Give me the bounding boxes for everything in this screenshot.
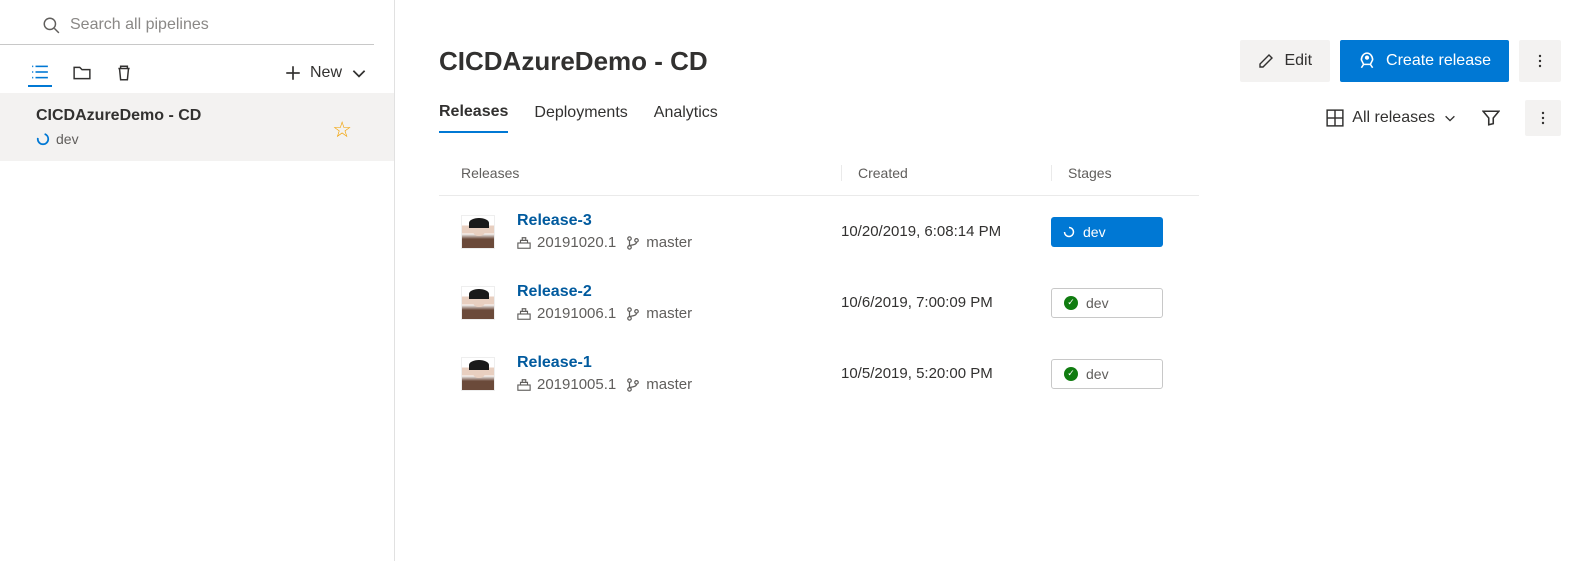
avatar [461,357,495,391]
table-row[interactable]: Release-1 20191005.1 master 10/5/2019, 5:20… [439,338,1199,409]
avatar [461,286,495,320]
build-icon [517,236,531,250]
create-release-label: Create release [1386,52,1491,70]
new-button[interactable]: New [280,62,372,84]
header-actions: Edit Create release [1240,40,1561,82]
sidebar-toolbar: New [0,45,394,93]
branch-name: master [646,234,692,251]
tabs: Releases Deployments Analytics All relea… [439,100,1561,137]
release-created: 10/6/2019, 7:00:09 PM [841,294,1051,311]
sidebar: New CICDAzureDemo - CD dev ☆ [0,0,395,561]
search-input[interactable] [70,16,354,34]
build-number: 20191006.1 [537,305,616,322]
new-label: New [310,64,342,82]
tab-analytics[interactable]: Analytics [654,104,718,132]
release-main: Release-1 20191005.1 master [517,354,841,393]
release-sub: 20191005.1 master [517,376,841,393]
table-row[interactable]: Release-2 20191006.1 master 10/6/2019, 7:00… [439,267,1199,338]
view-filter-select[interactable]: All releases [1326,109,1457,127]
release-name-link[interactable]: Release-1 [517,354,841,372]
branch-name: master [646,305,692,322]
branch-seg: master [626,305,692,322]
col-created: Created [841,165,1051,181]
build-number: 20191020.1 [537,234,616,251]
branch-icon [626,307,640,321]
favorite-star-icon[interactable]: ☆ [332,117,352,143]
release-stages: ✓ dev [1051,359,1163,389]
pipeline-name: CICDAzureDemo - CD [36,107,372,125]
release-created: 10/5/2019, 5:20:00 PM [841,365,1051,382]
release-name-link[interactable]: Release-2 [517,283,841,301]
edit-button[interactable]: Edit [1240,40,1330,82]
stage-label: dev [1086,295,1109,311]
release-name-link[interactable]: Release-3 [517,212,841,230]
table-row[interactable]: Release-3 20191020.1 master 10/20/2019, 6:0… [439,196,1199,267]
progress-icon [36,132,50,146]
rocket-icon [1358,52,1376,70]
tabs-more-icon[interactable] [1525,100,1561,136]
grid-icon [1326,109,1344,127]
branch-icon [626,378,640,392]
build-number: 20191005.1 [537,376,616,393]
folder-icon[interactable] [70,59,94,87]
release-created: 10/20/2019, 6:08:14 PM [841,223,1051,240]
tab-deployments[interactable]: Deployments [534,104,627,132]
chevron-down-icon [350,64,368,82]
search-box[interactable] [0,0,374,45]
build-icon [517,378,531,392]
release-table: Releases Created Stages Release-3 2019102… [439,151,1199,409]
stage-badge[interactable]: dev [1051,217,1163,247]
build-seg: 20191020.1 [517,234,616,251]
release-sub: 20191006.1 master [517,305,841,322]
release-main: Release-2 20191006.1 master [517,283,841,322]
check-icon: ✓ [1064,296,1078,310]
pencil-icon [1258,53,1274,69]
view-filter-label: All releases [1352,109,1435,127]
stage-badge[interactable]: ✓ dev [1051,359,1163,389]
release-stages: ✓ dev [1051,288,1163,318]
filter-icon[interactable] [1473,100,1509,136]
edit-label: Edit [1284,52,1312,70]
branch-seg: master [626,234,692,251]
col-releases: Releases [461,165,841,181]
branch-seg: master [626,376,692,393]
pipeline-item[interactable]: CICDAzureDemo - CD dev ☆ [0,93,394,161]
release-sub: 20191020.1 master [517,234,841,251]
table-header: Releases Created Stages [439,151,1199,196]
search-icon [42,16,60,34]
pipeline-env: dev [56,131,79,147]
spinner-icon [1063,226,1075,238]
main: CICDAzureDemo - CD Edit Create release R… [395,0,1595,561]
stage-badge[interactable]: ✓ dev [1051,288,1163,318]
build-seg: 20191005.1 [517,376,616,393]
build-icon [517,307,531,321]
avatar [461,215,495,249]
release-main: Release-3 20191020.1 master [517,212,841,251]
list-view-icon[interactable] [28,59,52,87]
stage-label: dev [1086,366,1109,382]
release-stages: dev [1051,217,1163,247]
delete-icon[interactable] [112,59,136,87]
chevron-down-icon [1443,111,1457,125]
stage-label: dev [1083,224,1106,240]
create-release-button[interactable]: Create release [1340,40,1509,82]
view-controls: All releases [1326,100,1561,136]
branch-icon [626,236,640,250]
check-icon: ✓ [1064,367,1078,381]
build-seg: 20191006.1 [517,305,616,322]
pipeline-meta: dev [36,131,372,147]
tab-releases[interactable]: Releases [439,103,508,133]
branch-name: master [646,376,692,393]
header-more-icon[interactable] [1519,40,1561,82]
page-title: CICDAzureDemo - CD [439,46,1240,77]
col-stages: Stages [1051,165,1199,181]
header: CICDAzureDemo - CD Edit Create release [439,40,1561,82]
